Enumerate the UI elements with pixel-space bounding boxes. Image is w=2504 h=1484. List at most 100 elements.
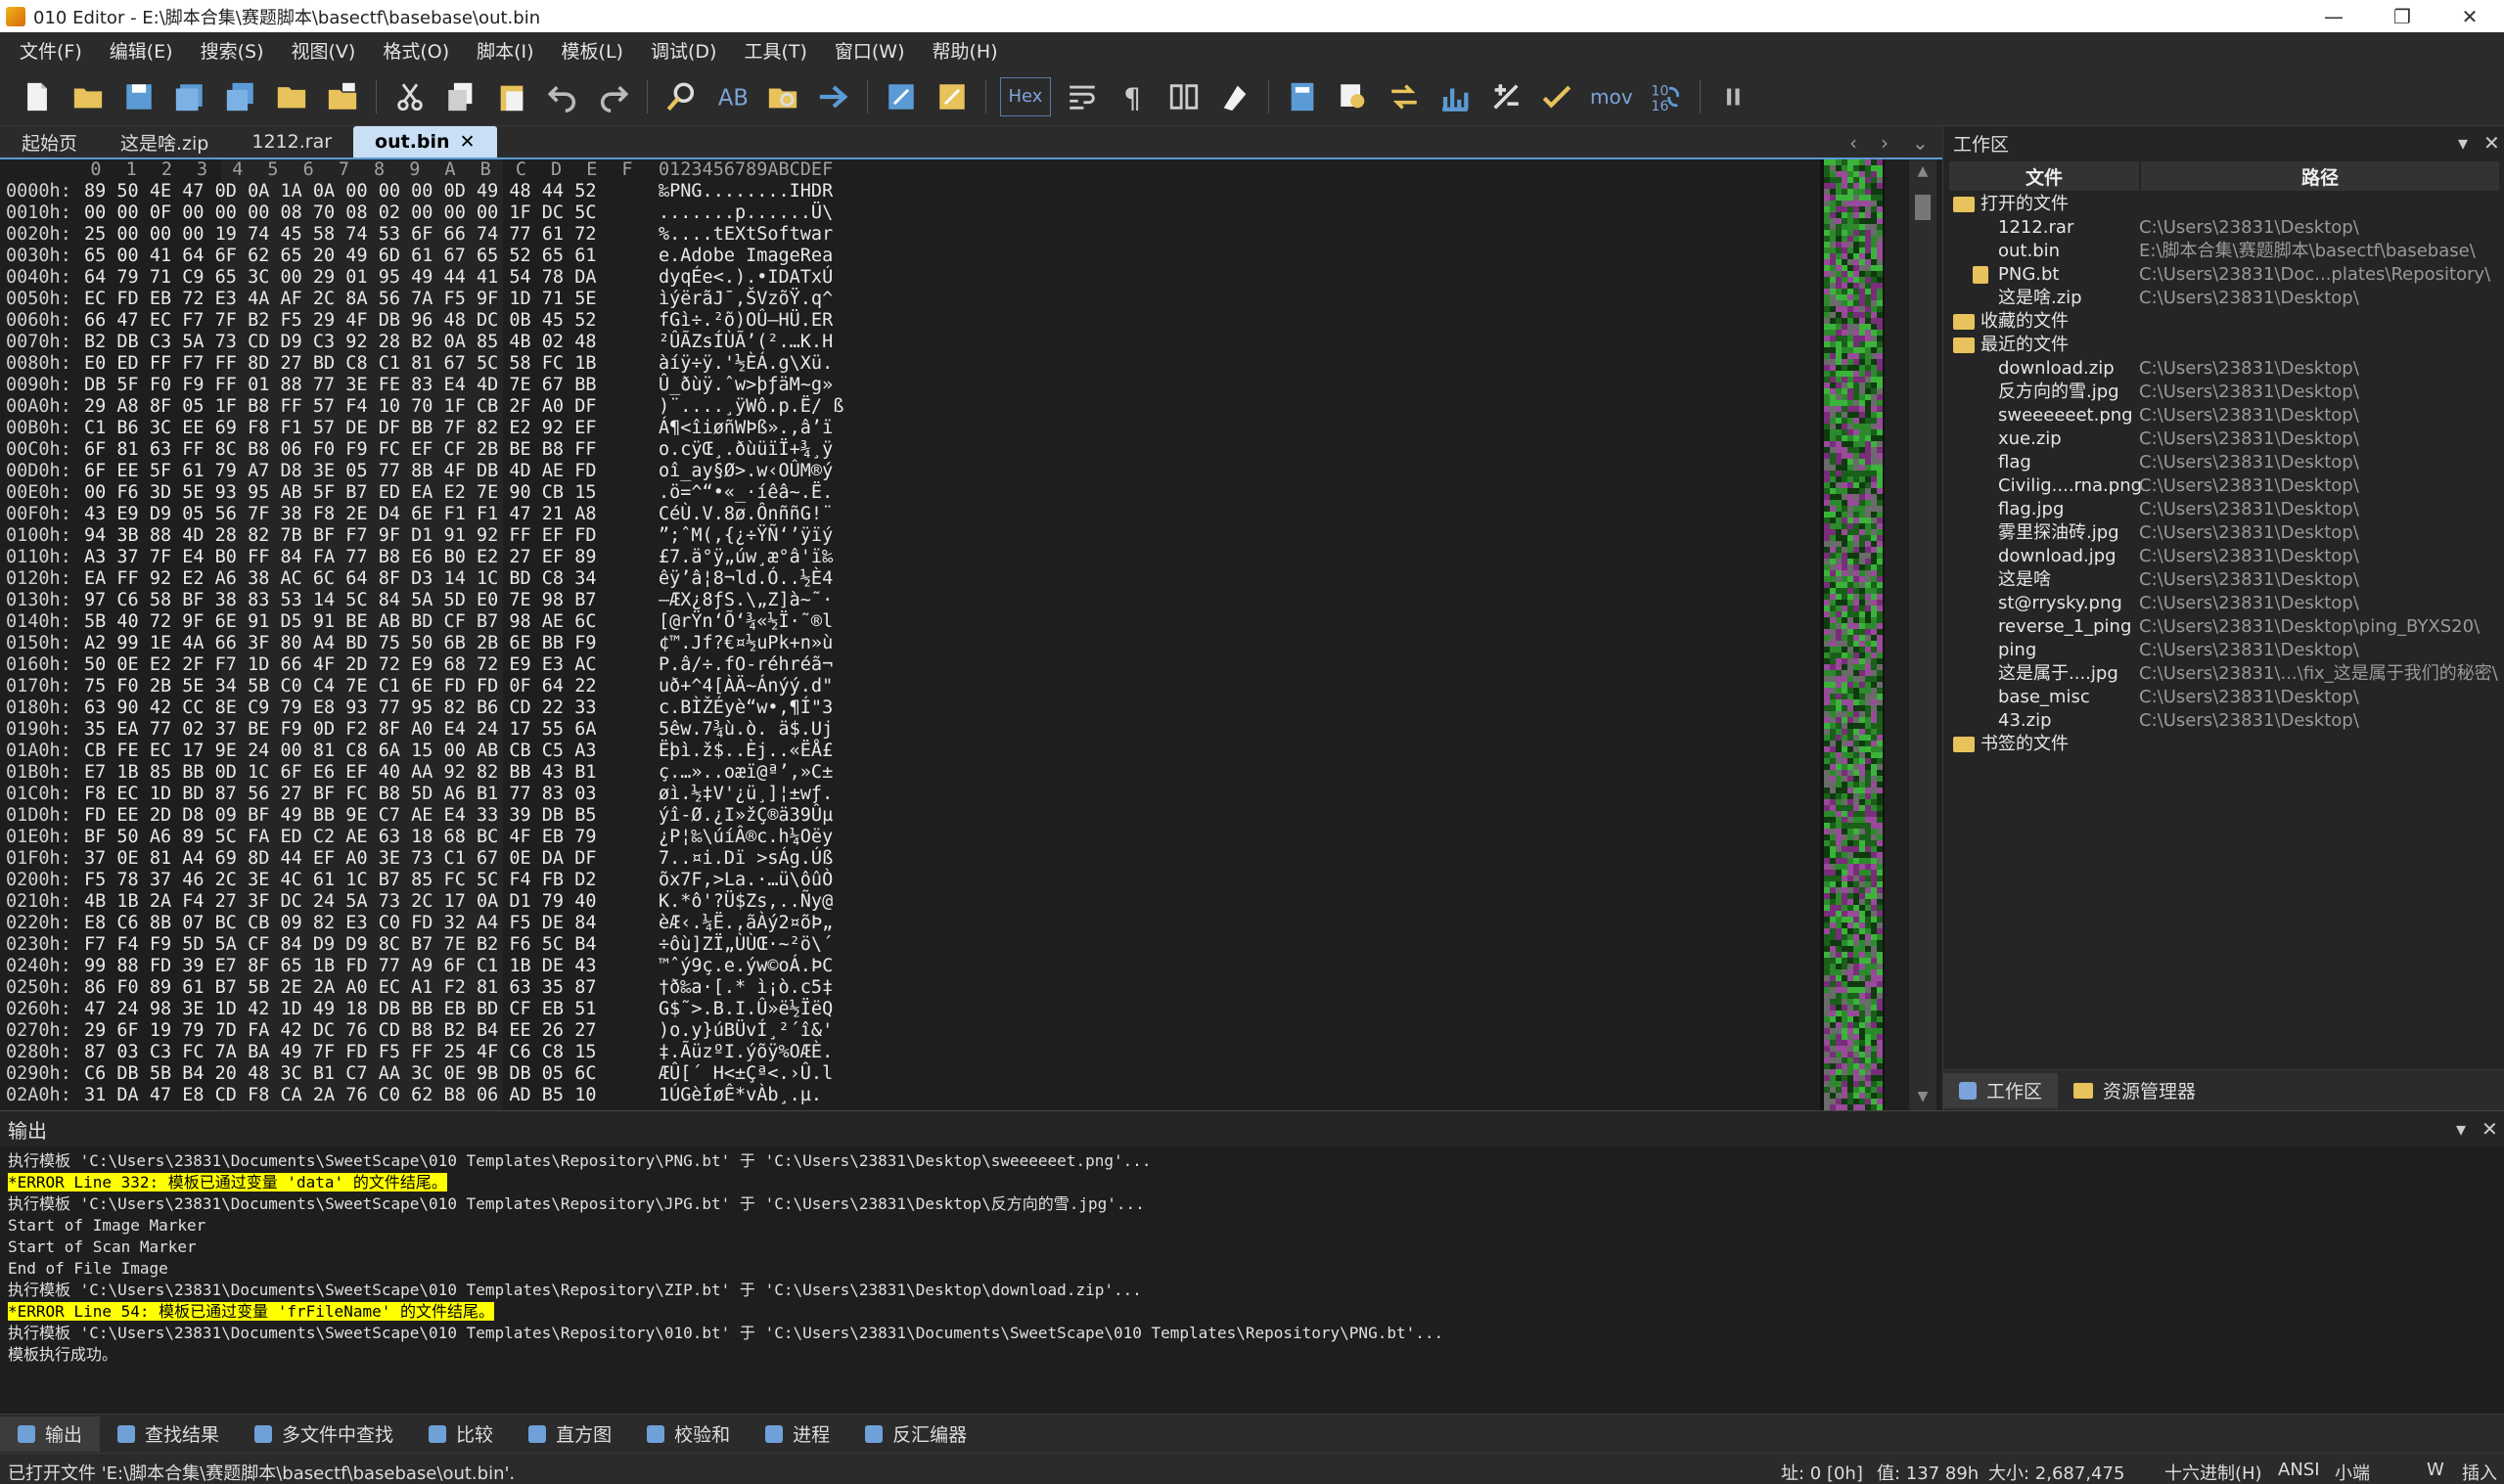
new-file-icon[interactable] [18, 75, 57, 118]
hex-bytes[interactable]: CB FE EC 17 9E 24 00 81 C8 6A 15 00 AB C… [84, 741, 596, 762]
status-endian[interactable]: 小端 [2335, 1460, 2370, 1484]
checksum-icon[interactable] [1537, 75, 1576, 118]
status-mode[interactable]: 十六进制(H) [2164, 1460, 2262, 1484]
scroll-down-icon[interactable]: ▼ [1909, 1089, 1936, 1104]
hex-ascii[interactable]: Ëþì.ž$..Èj..«ËÅ£ [659, 741, 833, 762]
tab-explorer[interactable]: 资源管理器 [2058, 1073, 2211, 1108]
panel-close-icon[interactable]: ✕ [2481, 1111, 2498, 1147]
disassembler-icon[interactable]: mov [1590, 85, 1633, 109]
status-address[interactable]: 址: 0 [0h] [1781, 1460, 1863, 1484]
status-value[interactable]: 值: 137 89h [1877, 1460, 1979, 1484]
hex-bytes[interactable]: 29 6F 19 79 7D FA 42 DC 76 CD B8 B2 B4 E… [84, 1020, 596, 1042]
hex-bytes[interactable]: E8 C6 8B 07 BC CB 09 82 E3 C0 FD 32 A4 F… [84, 913, 596, 934]
hex-bytes[interactable]: EC FD EB 72 E3 4A AF 2C 8A 56 7A F5 9F 1… [84, 289, 596, 310]
run-script-icon[interactable] [882, 75, 921, 118]
calculator-icon[interactable] [1283, 75, 1322, 118]
output-log[interactable]: 执行模板 'C:\Users\23831\Documents\SweetScap… [0, 1147, 2504, 1370]
hex-bytes[interactable]: A2 99 1E 4A 66 3F 80 A4 BD 75 50 6B 2B 6… [84, 633, 596, 654]
workspace-file-item[interactable]: reverse_1_ping C:\Users\23831\Desktop\pin… [1943, 615, 2504, 639]
hex-ascii[interactable]: ™ˆý9ç.e.ýw©oÁ.ÞC [659, 956, 833, 977]
byte-minimap[interactable] [1820, 159, 1885, 1110]
status-w[interactable]: W [2427, 1460, 2444, 1480]
bottom-tab[interactable]: 进程 [748, 1417, 847, 1452]
workspace-file-item[interactable]: download.jpg C:\Users\23831\Desktop\ [1943, 545, 2504, 568]
compare-icon[interactable] [1385, 75, 1424, 118]
hex-bytes[interactable]: 86 F0 89 61 B7 5B 2E 2A A0 EC A1 F2 81 6… [84, 977, 596, 999]
hex-ascii[interactable]: .......p......Ü\ [659, 202, 833, 224]
redo-icon[interactable] [594, 75, 633, 118]
hex-ascii[interactable]: ÷ôù]ZÏ„ÙÙŒ·~²ö\´ [659, 934, 833, 956]
hex-ascii[interactable]: êÿ’â¦8¬ld.Ó..½È4 [659, 568, 833, 590]
menu-format[interactable]: 格式(O) [369, 37, 463, 64]
hex-bytes[interactable]: 65 00 41 64 6F 62 65 20 49 6D 61 67 65 5… [84, 246, 596, 267]
status-insert[interactable]: 插入 [2462, 1460, 2497, 1484]
hex-bytes[interactable]: 00 F6 3D 5E 93 95 AB 5F B7 ED EA E2 7E 9… [84, 482, 596, 504]
workspace-file-item[interactable]: 这是啥.zip C:\Users\23831\Desktop\ [1943, 287, 2504, 310]
hex-ascii[interactable]: —ÆX¿8ƒS.\„Z]à~˜· [659, 590, 833, 611]
tab-list-icon[interactable]: ⌄ [1912, 126, 1929, 159]
column-file[interactable]: 文件 [1949, 161, 2141, 191]
hex-ascii[interactable]: oî_ay§Ø>.w‹OÛM®ý [659, 461, 833, 482]
hex-ascii[interactable]: %....tEXtSoftwar [659, 224, 833, 246]
hex-ascii[interactable]: .ö=^“•«_·íêâ~.Ë. [659, 482, 833, 504]
hex-bytes[interactable]: F7 F4 F9 5D 5A CF 84 D9 D9 8C B7 7E B2 F… [84, 934, 596, 956]
open-folder-icon[interactable] [272, 75, 311, 118]
hex-ascii[interactable]: CéÙ.V.8ø.ÔnññG!¨ [659, 504, 833, 525]
tab-next-icon[interactable]: › [1881, 126, 1889, 159]
hex-bytes[interactable]: 47 24 98 3E 1D 42 1D 49 18 DB BB EB BD C… [84, 999, 596, 1020]
hex-bytes[interactable]: 00 00 0F 00 00 00 08 70 08 02 00 00 00 1… [84, 202, 596, 224]
hex-bytes[interactable]: 99 88 FD 39 E7 8F 65 1B FD 77 A9 6F C1 1… [84, 956, 596, 977]
menu-tools[interactable]: 工具(T) [730, 37, 820, 64]
hex-ascii[interactable]: dyqÉe<.).•IDATxÚ [659, 267, 833, 289]
hex-ascii[interactable]: K.*ô'?Ü$Zs,..Ñy@ [659, 891, 833, 913]
hex-ascii[interactable]: [@rŸn‘Õ‘¾«½Ï·˜®l [659, 611, 833, 633]
hex-bytes[interactable]: 97 C6 58 BF 38 83 53 14 5C 84 5A 5D E0 7… [84, 590, 596, 611]
histogram-icon[interactable] [1435, 75, 1475, 118]
replace-icon[interactable]: AB [712, 75, 751, 118]
pause-icon[interactable] [1714, 75, 1753, 118]
find-icon[interactable] [661, 75, 701, 118]
hex-bytes[interactable]: EA FF 92 E2 A6 38 AC 6C 64 8F D3 14 1C B… [84, 568, 596, 590]
hex-ascii[interactable]: )¨....¸ÿWô.p.Ë/ ß [659, 396, 843, 418]
hex-ascii[interactable]: ²ÛÃZsÍÙÃ’(².…K.H [659, 332, 833, 353]
workspace-file-item[interactable]: st@rrysky.png C:\Users\23831\Desktop\ [1943, 592, 2504, 615]
bottom-tab[interactable]: 校验和 [629, 1417, 748, 1452]
workspace-file-item[interactable]: base_misc C:\Users\23831\Desktop\ [1943, 686, 2504, 709]
hex-ascii[interactable]: ‰PNG........IHDR [659, 181, 833, 202]
workspace-file-item[interactable]: flag.jpg C:\Users\23831\Desktop\ [1943, 498, 2504, 521]
inspector-icon[interactable] [1334, 75, 1373, 118]
hex-bytes[interactable]: 6F 81 63 FF 8C B8 06 F0 F9 FC EF CF 2B B… [84, 439, 596, 461]
hex-ascii[interactable]: àíÿ÷ÿ.'½ÈÁ.g\Xü. [659, 353, 833, 375]
panel-menu-icon[interactable]: ▾ [2456, 1111, 2466, 1147]
hex-ascii[interactable]: G$˜>.B.I.Û»ë½ÏëQ [659, 999, 833, 1020]
scroll-up-icon[interactable]: ▲ [1909, 163, 1936, 179]
find-in-files-icon[interactable] [763, 75, 802, 118]
project-icon[interactable] [323, 75, 362, 118]
hex-ascii[interactable]: e.Adobe ImageRea [659, 246, 833, 267]
hex-ascii[interactable]: c.BÌŽÉyè“w•‚¶Í"3 [659, 697, 833, 719]
pilcrow-icon[interactable]: ¶ [1114, 75, 1153, 118]
menu-window[interactable]: 窗口(W) [821, 37, 919, 64]
workspace-file-item[interactable]: xue.zip C:\Users\23831\Desktop\ [1943, 427, 2504, 451]
close-window-button[interactable]: ✕ [2436, 0, 2504, 32]
hex-ascii[interactable]: èÆ‹.¼Ë.‚ãÀý2¤õÞ„ [659, 913, 833, 934]
base-converter-icon[interactable]: 10 16 [1647, 75, 1686, 118]
undo-icon[interactable] [543, 75, 582, 118]
menu-edit[interactable]: 编辑(E) [96, 37, 187, 64]
tab-workspace[interactable]: 工作区 [1943, 1072, 2059, 1108]
hex-ascii[interactable]: ‡.ÃüzºI.ýõÿ%OÆÈ. [659, 1042, 833, 1063]
bottom-tab[interactable]: 反汇编器 [847, 1417, 984, 1452]
hex-bytes[interactable]: 50 0E E2 2F F7 1D 66 4F 2D 72 E9 68 72 E… [84, 654, 596, 676]
hex-bytes[interactable]: 66 47 EC F7 7F B2 F5 29 4F DB 96 48 DC 0… [84, 310, 596, 332]
hex-ascii[interactable]: uð+^4[ÀÄ~Ánýý.d" [659, 676, 833, 697]
hex-ascii[interactable]: fGì÷.²õ)OÛ–HÜ.ER [659, 310, 833, 332]
run-template-icon[interactable] [933, 75, 972, 118]
hex-bytes[interactable]: 63 90 42 CC 8E C9 79 E8 93 77 95 82 B6 C… [84, 697, 596, 719]
hex-ascii[interactable]: ¿P¦‰\úíÂ®c.h¼Oëy [659, 827, 833, 848]
workspace-file-item[interactable]: 雾里探油砖.jpg C:\Users\23831\Desktop\ [1943, 521, 2504, 545]
minimize-button[interactable]: — [2299, 0, 2368, 32]
hex-bytes[interactable]: A3 37 7F E4 B0 FF 84 FA 77 B8 E6 B0 E2 2… [84, 547, 596, 568]
hex-bytes[interactable]: 43 E9 D9 05 56 7F 38 F8 2E D4 6E F1 F1 4… [84, 504, 596, 525]
workspace-file-item[interactable]: Civilig....rna.png C:\Users\23831\Desktop… [1943, 474, 2504, 498]
status-size[interactable]: 大小: 2,687,475 [1988, 1460, 2124, 1484]
